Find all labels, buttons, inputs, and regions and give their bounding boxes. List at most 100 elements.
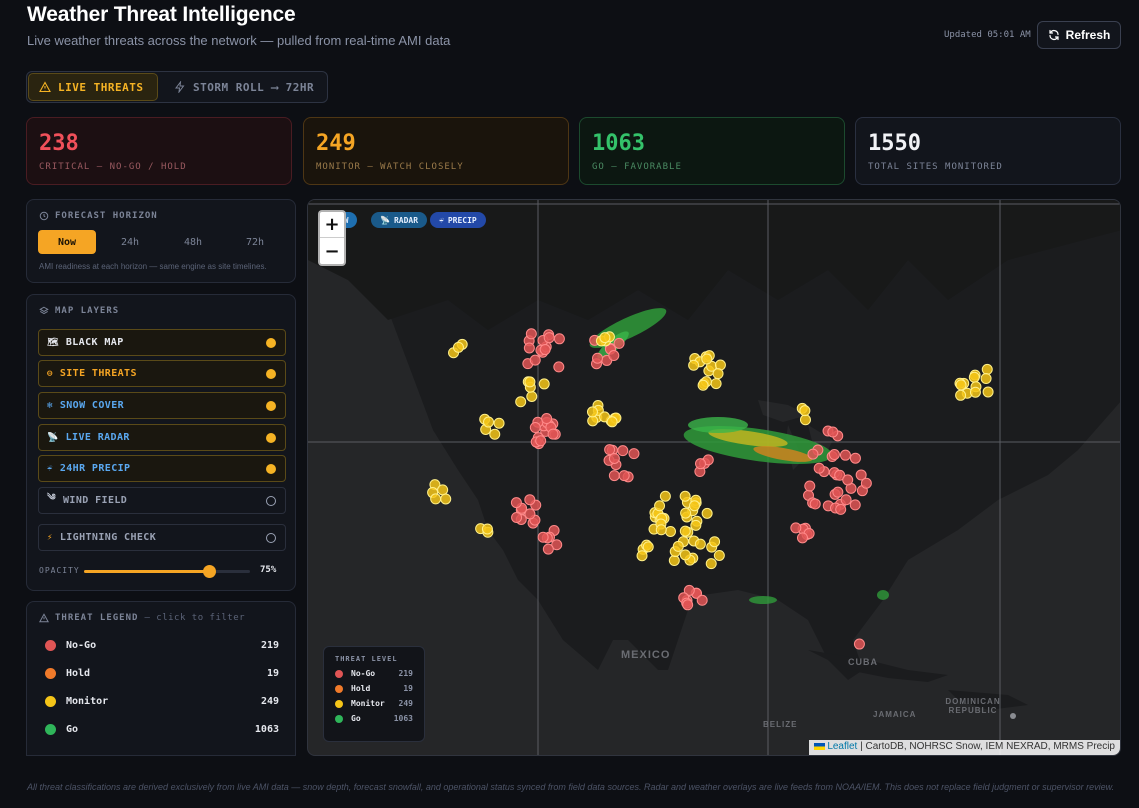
- site-marker-no-go[interactable]: [529, 354, 541, 366]
- site-marker-monitor[interactable]: [526, 390, 538, 402]
- site-marker-monitor[interactable]: [712, 368, 724, 380]
- site-marker-monitor[interactable]: [524, 376, 536, 388]
- site-marker-no-go[interactable]: [524, 494, 536, 506]
- horizon-72h-button[interactable]: 72h: [226, 230, 284, 254]
- site-marker-no-go[interactable]: [804, 480, 816, 492]
- site-marker-no-go[interactable]: [539, 344, 551, 356]
- site-marker-no-go[interactable]: [853, 638, 865, 650]
- site-marker-monitor[interactable]: [672, 540, 684, 552]
- opacity-slider[interactable]: [84, 565, 250, 578]
- site-marker-no-go[interactable]: [849, 452, 861, 464]
- legend-filter-hold[interactable]: Hold 19: [45, 665, 279, 681]
- site-marker-monitor[interactable]: [969, 386, 981, 398]
- site-marker-monitor[interactable]: [440, 493, 452, 505]
- site-marker-no-go[interactable]: [832, 486, 844, 498]
- site-marker-monitor[interactable]: [799, 405, 811, 417]
- site-marker-no-go[interactable]: [839, 449, 851, 461]
- refresh-button[interactable]: Refresh: [1037, 21, 1121, 49]
- zoom-in-button[interactable]: +: [320, 212, 344, 238]
- site-marker-no-go[interactable]: [553, 333, 565, 345]
- site-marker-monitor[interactable]: [680, 507, 692, 519]
- site-marker-no-go[interactable]: [790, 522, 802, 534]
- layer-toggle-live-radar[interactable]: 📡 LIVE RADAR: [38, 424, 286, 451]
- site-marker-monitor[interactable]: [489, 428, 501, 440]
- site-marker-no-go[interactable]: [525, 328, 537, 340]
- site-marker-no-go[interactable]: [682, 599, 694, 611]
- site-marker-monitor[interactable]: [694, 538, 706, 550]
- site-marker-no-go[interactable]: [796, 532, 808, 544]
- site-marker-monitor[interactable]: [981, 363, 993, 375]
- zoom-out-button[interactable]: −: [320, 238, 344, 264]
- site-marker-no-go[interactable]: [543, 332, 555, 344]
- site-marker-monitor[interactable]: [599, 332, 611, 344]
- site-marker-no-go[interactable]: [828, 449, 840, 461]
- site-marker-monitor[interactable]: [955, 389, 967, 401]
- site-marker-no-go[interactable]: [617, 445, 629, 457]
- site-marker-monitor[interactable]: [665, 525, 677, 537]
- horizon-24h-button[interactable]: 24h: [101, 230, 159, 254]
- site-marker-monitor[interactable]: [980, 373, 992, 385]
- opacity-slider-handle[interactable]: [202, 565, 216, 578]
- site-marker-monitor[interactable]: [679, 549, 691, 561]
- site-marker-monitor[interactable]: [654, 500, 666, 512]
- layer-toggle-snow-cover[interactable]: ❄ SNOW COVER: [38, 392, 286, 419]
- site-marker-no-go[interactable]: [542, 543, 554, 555]
- site-marker-monitor[interactable]: [515, 396, 527, 408]
- site-marker-no-go[interactable]: [613, 337, 625, 349]
- site-marker-monitor[interactable]: [689, 500, 701, 512]
- site-marker-monitor[interactable]: [710, 378, 722, 390]
- map-chip-precip[interactable]: ☔ PRECIP: [430, 212, 486, 228]
- site-marker-no-go[interactable]: [695, 458, 707, 470]
- site-marker-no-go[interactable]: [618, 470, 630, 482]
- site-marker-monitor[interactable]: [493, 417, 505, 429]
- site-marker-no-go[interactable]: [860, 477, 872, 489]
- legend-filter-go[interactable]: Go 1063: [45, 721, 279, 737]
- legend-filter-monitor[interactable]: Monitor 249: [45, 693, 279, 709]
- site-marker-no-go[interactable]: [511, 511, 523, 523]
- site-marker-monitor[interactable]: [713, 549, 725, 561]
- site-marker-no-go[interactable]: [696, 594, 708, 606]
- horizon-now-button[interactable]: Now: [38, 230, 96, 254]
- site-marker-no-go[interactable]: [529, 422, 541, 434]
- site-marker-no-go[interactable]: [523, 342, 535, 354]
- site-marker-monitor[interactable]: [679, 525, 691, 537]
- site-marker-monitor[interactable]: [659, 490, 671, 502]
- site-marker-no-go[interactable]: [553, 361, 565, 373]
- site-marker-monitor[interactable]: [586, 406, 598, 418]
- threat-map[interactable]: MEXICO CUBA BELIZE JAMAICA DOMINICAN REP…: [307, 199, 1121, 756]
- leaflet-link[interactable]: Leaflet: [827, 741, 857, 752]
- site-marker-monitor[interactable]: [430, 493, 442, 505]
- legend-filter-no-go[interactable]: No-Go 219: [45, 637, 279, 653]
- site-marker-no-go[interactable]: [608, 470, 620, 482]
- layer-toggle-site-threats[interactable]: ⊖ SITE THREATS: [38, 360, 286, 387]
- site-marker-no-go[interactable]: [827, 426, 839, 438]
- map-canvas[interactable]: [308, 200, 1121, 756]
- site-marker-monitor[interactable]: [688, 359, 700, 371]
- site-marker-monitor[interactable]: [955, 379, 967, 391]
- site-marker-no-go[interactable]: [510, 497, 522, 509]
- site-marker-monitor[interactable]: [701, 507, 713, 519]
- site-marker-monitor[interactable]: [452, 341, 464, 353]
- site-marker-monitor[interactable]: [705, 558, 717, 570]
- site-marker-no-go[interactable]: [608, 452, 620, 464]
- site-marker-no-go[interactable]: [592, 352, 604, 364]
- site-marker-no-go[interactable]: [809, 498, 821, 510]
- site-marker-monitor[interactable]: [655, 524, 667, 536]
- site-marker-monitor[interactable]: [701, 353, 713, 365]
- site-marker-no-go[interactable]: [842, 474, 854, 486]
- site-marker-monitor[interactable]: [481, 523, 493, 535]
- site-marker-no-go[interactable]: [835, 503, 847, 515]
- site-marker-no-go[interactable]: [807, 448, 819, 460]
- site-marker-monitor[interactable]: [483, 416, 495, 428]
- horizon-48h-button[interactable]: 48h: [164, 230, 222, 254]
- site-marker-no-go[interactable]: [840, 494, 852, 506]
- site-marker-monitor[interactable]: [982, 386, 994, 398]
- layer-toggle-lightning-check[interactable]: ⚡ LIGHTNING CHECK: [38, 524, 286, 551]
- site-marker-monitor[interactable]: [799, 414, 811, 426]
- tab-live-threats[interactable]: LIVE THREATS: [28, 73, 158, 101]
- layer-toggle-24hr-precip[interactable]: ☔ 24HR PRECIP: [38, 455, 286, 482]
- site-marker-monitor[interactable]: [636, 550, 648, 562]
- site-marker-no-go[interactable]: [535, 435, 547, 447]
- site-marker-no-go[interactable]: [547, 428, 559, 440]
- site-marker-monitor[interactable]: [709, 536, 721, 548]
